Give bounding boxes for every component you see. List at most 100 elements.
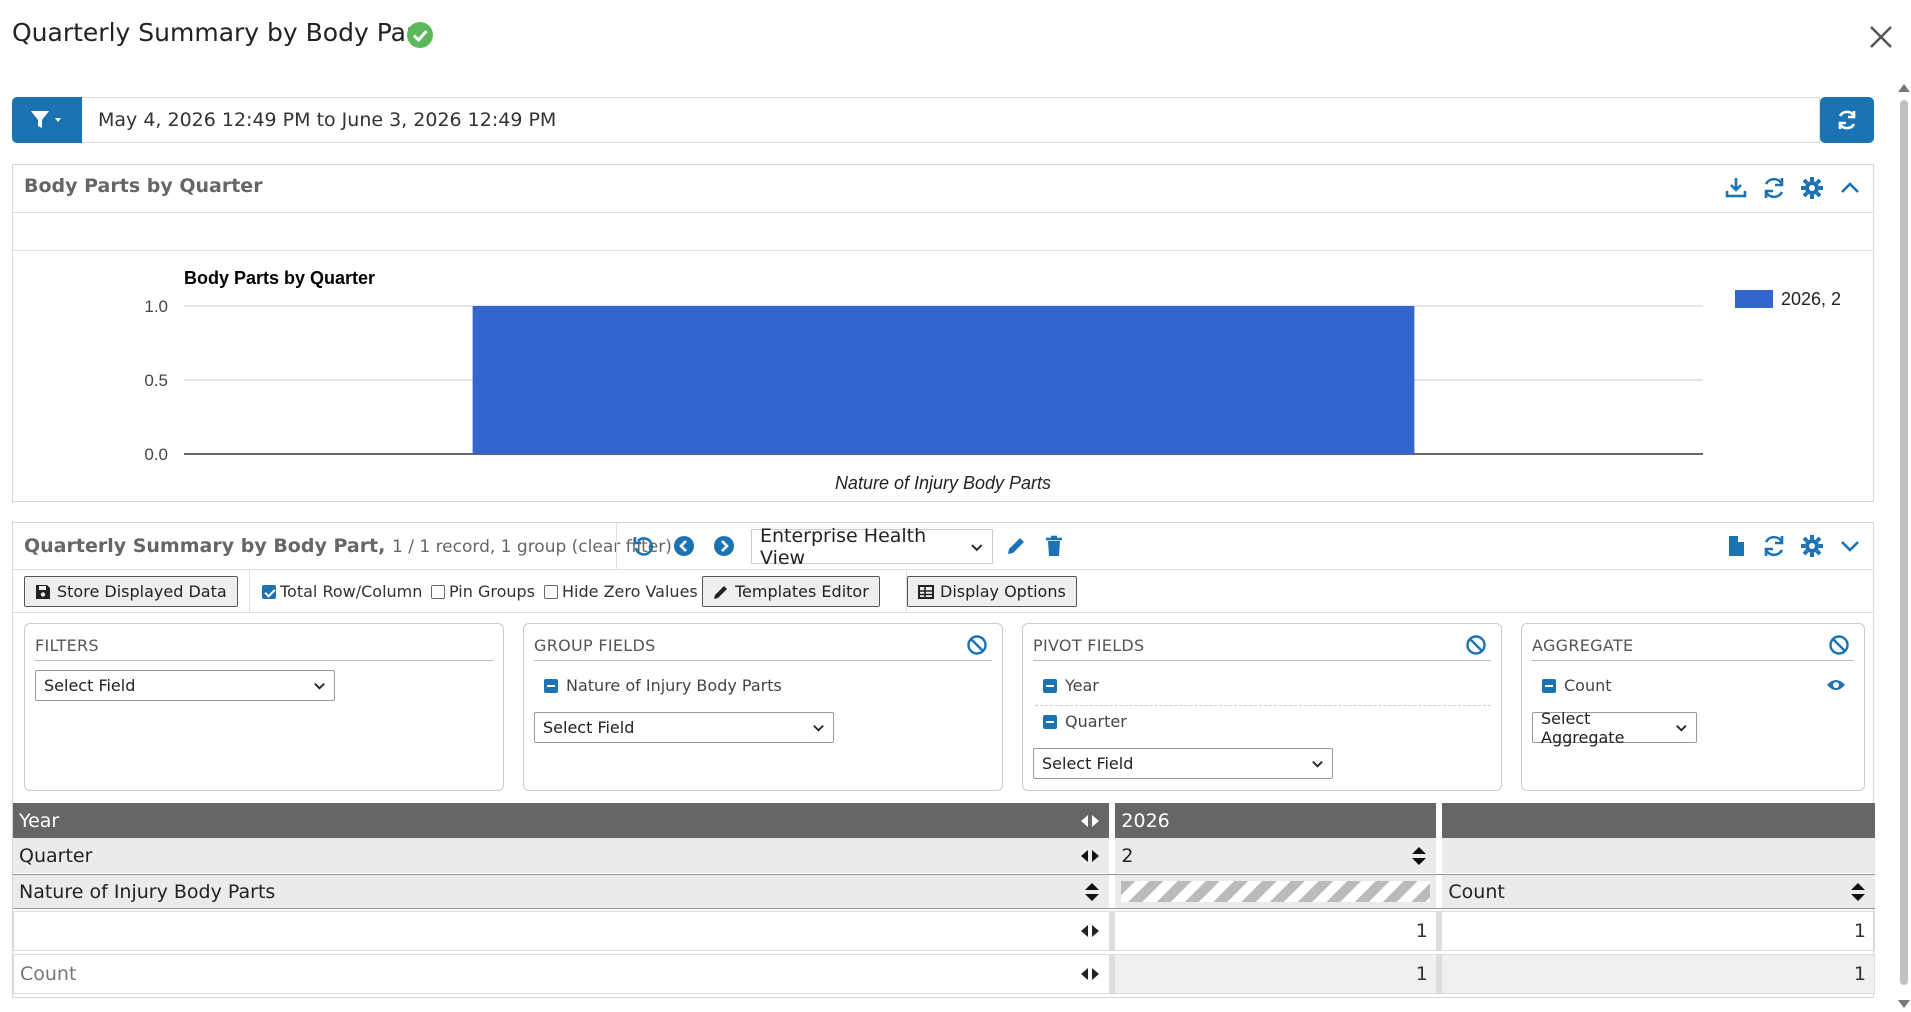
view-select[interactable]: Enterprise Health View <box>751 525 993 569</box>
refresh-button[interactable] <box>1820 97 1874 143</box>
minus-square-icon[interactable] <box>1043 678 1057 693</box>
chevron-down-icon <box>813 724 824 732</box>
aggregate-select[interactable]: Select Aggregate <box>1532 709 1697 747</box>
chevron-down-icon <box>314 682 325 690</box>
table-icon <box>918 584 934 599</box>
undo-icon[interactable] <box>631 533 657 559</box>
row-total-cell: 1 <box>1853 920 1866 942</box>
scroll-up-arrow[interactable] <box>1898 84 1910 92</box>
quarter-label: Quarter <box>19 844 93 867</box>
pin-label: Pin Groups <box>449 582 536 601</box>
sort-horizontal-icon[interactable] <box>1079 848 1101 864</box>
divider <box>534 660 992 661</box>
table-header-row: Quarter 2 <box>13 838 1875 873</box>
quarter-value-cell: 2 <box>1115 838 1437 873</box>
checkbox-unchecked[interactable] <box>544 584 558 599</box>
checkbox-unchecked[interactable] <box>431 584 445 599</box>
hatched-pattern <box>1121 881 1431 902</box>
chevron-down-icon[interactable] <box>1837 533 1863 559</box>
filter-dropdown-button[interactable] <box>12 97 82 143</box>
table-header-row: Nature of Injury Body Parts Count <box>13 874 1875 909</box>
group-fields-title: GROUP FIELDS <box>534 636 656 655</box>
sort-horizontal-icon[interactable] <box>1079 813 1101 829</box>
pivot-select-field[interactable]: Select Field <box>1033 748 1333 779</box>
pin-groups-checkbox[interactable]: Pin Groups <box>431 582 535 601</box>
templates-label: Templates Editor <box>735 582 869 601</box>
document-icon[interactable] <box>1723 533 1749 559</box>
divider <box>1035 705 1491 706</box>
total-row-column-checkbox[interactable]: Total Row/Column <box>262 582 422 601</box>
date-range-field[interactable]: May 4, 2026 12:49 PM to June 3, 2026 12:… <box>82 97 1820 143</box>
grid-panel-header: Quarterly Summary by Body Part, 1 / 1 re… <box>13 523 1873 570</box>
clear-ban-icon[interactable] <box>966 634 988 656</box>
trash-icon[interactable] <box>1041 533 1067 559</box>
group-fields-box: GROUP FIELDS Nature of Injury Body Parts… <box>523 623 1003 791</box>
group-label: Nature of Injury Body Parts <box>19 880 276 903</box>
checkbox-checked[interactable] <box>262 584 276 599</box>
clear-ban-icon[interactable] <box>1828 634 1850 656</box>
total-row-label: Count <box>20 963 77 985</box>
refresh-icon[interactable] <box>1761 175 1787 201</box>
aggregate-item[interactable]: Count <box>1542 676 1612 695</box>
vertical-scrollbar[interactable] <box>1896 80 1911 1012</box>
display-label: Display Options <box>940 582 1066 601</box>
minus-square-icon[interactable] <box>1043 714 1057 729</box>
minus-square-icon[interactable] <box>1542 678 1556 693</box>
chevron-down-icon <box>1312 760 1323 768</box>
pivot-field-label: Quarter <box>1065 712 1127 731</box>
toolbar-divider <box>249 570 250 613</box>
filters-select-field[interactable]: Select Field <box>35 670 335 701</box>
quarter-header-cell: Quarter <box>13 838 1110 873</box>
close-icon[interactable] <box>1866 22 1896 52</box>
sort-horizontal-icon[interactable] <box>1079 966 1101 982</box>
download-icon[interactable] <box>1723 175 1749 201</box>
eye-icon[interactable] <box>1826 677 1846 693</box>
header-divider <box>616 523 617 570</box>
year-value: 2026 <box>1121 809 1170 832</box>
filters-box: FILTERS Select Field <box>24 623 504 791</box>
total-header-cell <box>1442 803 1875 838</box>
sort-horizontal-icon[interactable] <box>1079 923 1101 939</box>
table-row: 1 1 <box>13 911 1875 951</box>
record-count-meta[interactable]: 1 / 1 record, 1 group (clear filter) <box>392 537 672 557</box>
pivot-field-item[interactable]: Quarter <box>1043 712 1127 731</box>
scroll-thumb[interactable] <box>1900 100 1908 985</box>
display-options-button[interactable]: Display Options <box>907 576 1077 607</box>
bar-chart: Body Parts by Quarter 0.00.51.0 2026, 2 … <box>144 268 1841 493</box>
sort-vertical-icon[interactable] <box>1410 845 1428 867</box>
minus-square-icon[interactable] <box>544 678 558 693</box>
store-displayed-data-button[interactable]: Store Displayed Data <box>24 576 238 607</box>
y-tick-label: 0.0 <box>144 445 168 464</box>
year-header-cell: Year <box>13 803 1110 838</box>
total-label-cell: Count <box>14 955 1109 993</box>
year-value-cell: 2026 <box>1115 803 1437 838</box>
hide-zero-values-checkbox[interactable]: Hide Zero Values <box>544 582 698 601</box>
next-icon[interactable] <box>711 533 737 559</box>
group-select-field[interactable]: Select Field <box>534 712 834 743</box>
sort-vertical-icon[interactable] <box>1083 881 1101 903</box>
hide-zero-label: Hide Zero Values <box>562 582 698 601</box>
refresh-icon[interactable] <box>1761 533 1787 559</box>
scroll-down-arrow[interactable] <box>1898 1000 1910 1008</box>
chevron-down-icon <box>1676 725 1687 732</box>
previous-icon[interactable] <box>671 533 697 559</box>
total-header-cell <box>1442 838 1875 873</box>
pivot-grid-panel: Quarterly Summary by Body Part, 1 / 1 re… <box>12 522 1875 998</box>
count-label: Count <box>1448 880 1505 903</box>
grid-toolbar: Store Displayed Data Total Row/Column Pi… <box>13 570 1873 613</box>
chevron-up-icon[interactable] <box>1837 175 1863 201</box>
pencil-icon[interactable] <box>1003 533 1029 559</box>
chart-panel-header: Body Parts by Quarter <box>13 165 1873 213</box>
sort-vertical-icon[interactable] <box>1849 881 1867 903</box>
pivot-field-item[interactable]: Year <box>1043 676 1099 695</box>
gear-icon[interactable] <box>1799 533 1825 559</box>
legend-swatch <box>1735 290 1773 308</box>
group-field-item[interactable]: Nature of Injury Body Parts <box>544 676 782 695</box>
grid-panel-title: Quarterly Summary by Body Part, 1 / 1 re… <box>24 535 672 557</box>
aggregate-title: AGGREGATE <box>1532 636 1634 655</box>
gear-icon[interactable] <box>1799 175 1825 201</box>
templates-editor-button[interactable]: Templates Editor <box>702 576 880 607</box>
clear-ban-icon[interactable] <box>1465 634 1487 656</box>
chart-panel: Body Parts by Quarter Body Parts by Quar… <box>12 164 1874 502</box>
y-tick-label: 1.0 <box>144 297 168 316</box>
